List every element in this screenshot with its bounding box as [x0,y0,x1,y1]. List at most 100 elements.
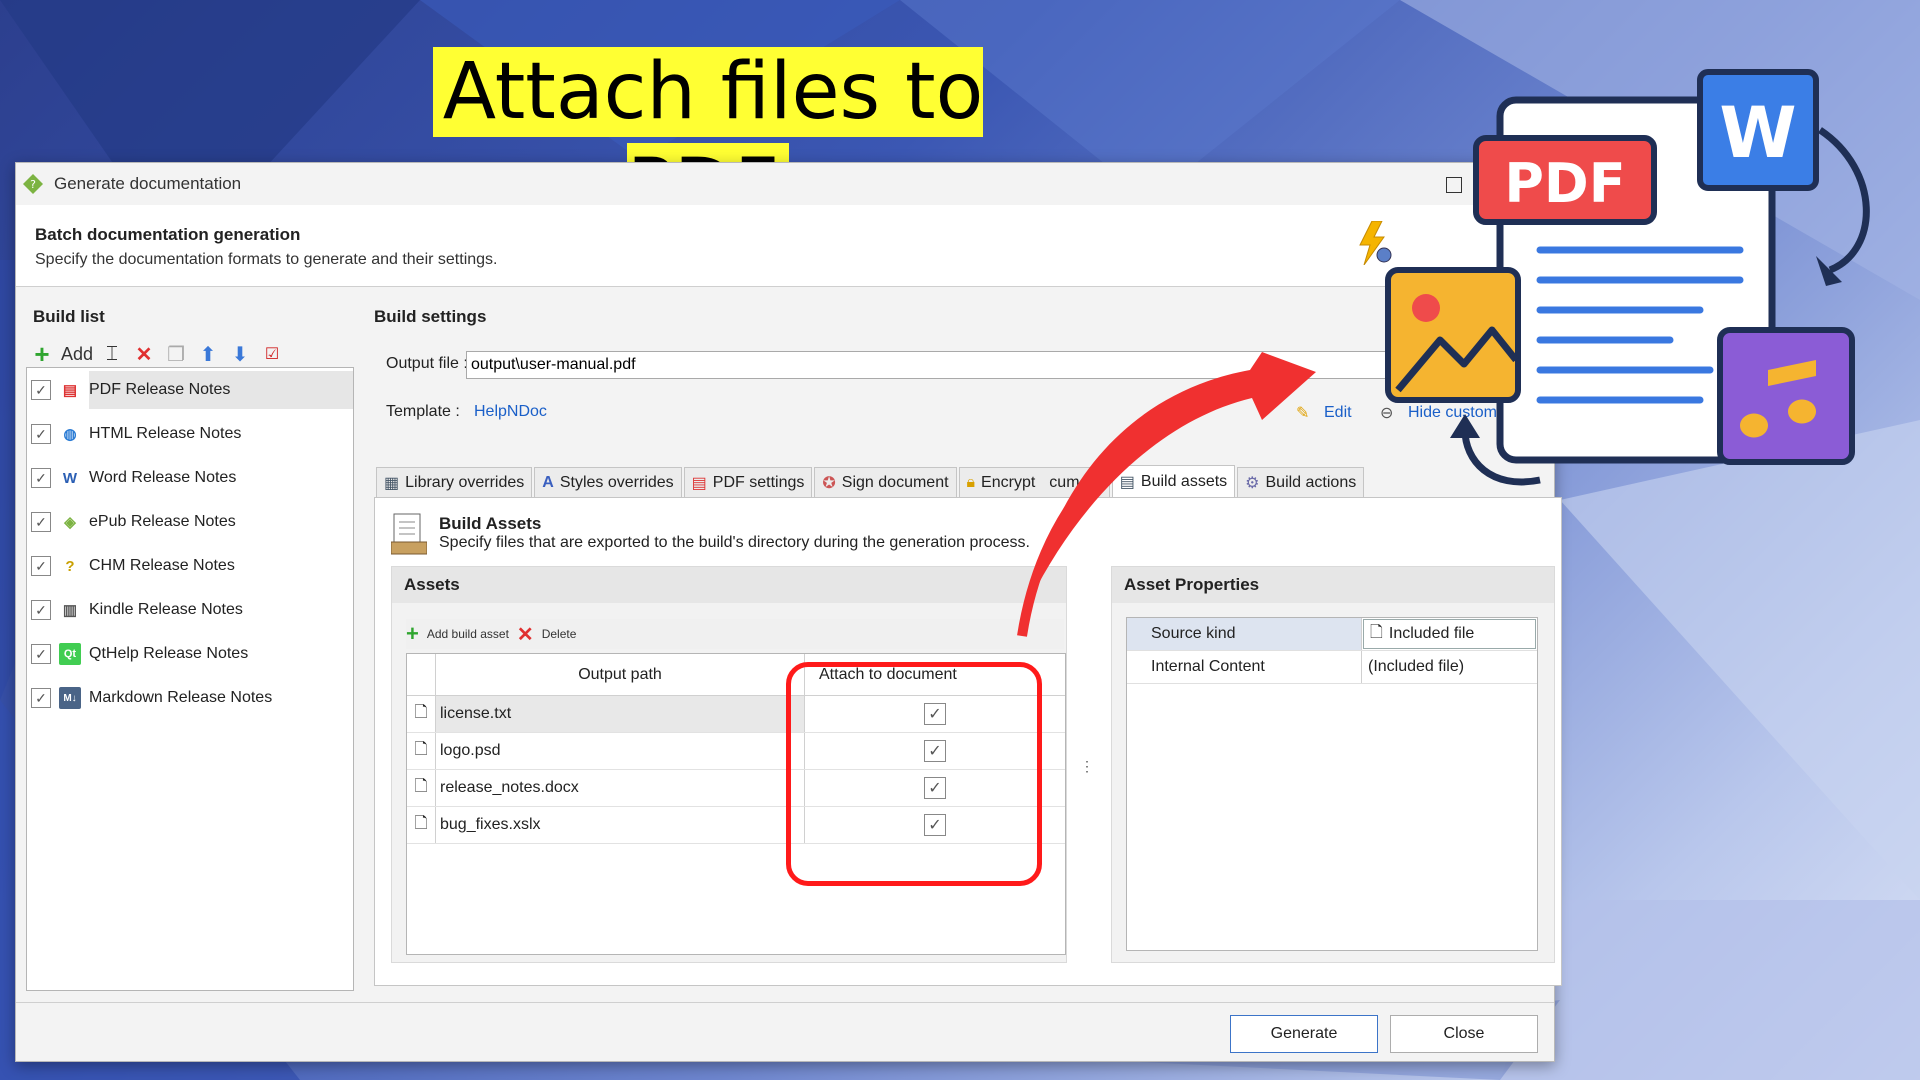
tab-label: Library overrides [405,473,525,491]
build-item-checkbox[interactable]: ✓ [31,380,51,400]
tab-sign-document[interactable]: ✪ Sign document [814,467,957,497]
build-item-label: HTML Release Notes [89,425,242,442]
source-kind-select[interactable]: 🗋︎ Included file [1363,619,1536,649]
close-button[interactable]: Close [1390,1015,1538,1053]
col-output-path[interactable]: Output path [436,654,805,695]
document-box-icon [391,513,427,555]
asset-properties-label: Asset Properties [1112,567,1554,603]
tab-label: PDF settings [712,473,805,491]
header-subtitle: Specify the documentation formats to gen… [35,251,498,268]
template-link[interactable]: HelpNDoc [474,403,547,421]
tab-styles-overrides[interactable]: A Styles overrides [534,467,682,497]
build-assets-title: Build Assets [439,514,542,533]
property-row[interactable]: Source kind 🗋︎ Included file [1127,618,1537,651]
tab-label: Sign document [841,473,949,491]
build-item-checkbox[interactable]: ✓ [31,512,51,532]
add-button[interactable]: Add [61,344,93,365]
generate-button[interactable]: Generate [1230,1015,1378,1053]
assets-icon: ▤ [1119,473,1135,491]
output-file-label: Output file : [386,355,468,372]
window-title: Generate documentation [54,174,242,193]
rename-icon[interactable]: ⌶ [99,341,125,367]
build-list-toolbar: + Add ⌶ ✕ ❐ ⬆ ⬇ ☑ [23,337,355,371]
tab-build-actions[interactable]: ⚙ Build actions [1237,467,1365,497]
build-item-chm[interactable]: ✓? CHM Release Notes [27,544,353,588]
file-icon: 🗋︎ [1370,623,1383,641]
property-row[interactable]: Internal Content (Included file) [1127,651,1537,684]
pdf-badge-label: PDF [1504,152,1625,215]
add-build-asset-button[interactable]: Add build asset [427,627,509,641]
edit-link[interactable]: Edit [1324,404,1352,422]
output-file-input[interactable]: output\user-manual.pdf [466,351,1392,379]
settings-tabs: ▦ Library overrides A Styles overrides ▤ PD… [376,465,1366,497]
build-item-qthelp[interactable]: ✓ Qt QtHelp Release Notes [27,632,353,676]
build-item-pdf[interactable]: ✓ ▤ PDF Release Notes [27,368,353,412]
epub-icon: ◈ [64,514,76,531]
seal-icon: ✪ [822,474,836,492]
library-icon: ▦ [384,474,400,492]
markdown-icon: M↓ [59,687,81,709]
build-item-html[interactable]: ✓ ◍ HTML Release Notes [27,412,353,456]
build-settings-label: Build settings [374,307,487,326]
build-item-markdown[interactable]: ✓ M↓ Markdown Release Notes [27,676,353,720]
grid-corner [407,654,436,695]
delete-asset-icon[interactable]: ✕ [517,622,534,647]
svg-text:?: ? [30,178,36,191]
delete-asset-button[interactable]: Delete [542,627,577,641]
build-item-checkbox[interactable]: ✓ [31,556,51,576]
app-icon: ? [23,174,43,194]
music-badge-icon [1717,327,1855,465]
pencil-icon[interactable]: ✎ [1296,403,1309,423]
duplicate-icon[interactable]: ❐ [163,341,189,367]
header-title: Batch documentation generation [35,225,301,244]
build-item-label: PDF Release Notes [89,371,353,409]
file-icon: 🗋︎ [407,733,436,769]
attach-column-highlight [786,662,1042,886]
dialog-footer: Generate Close [16,1002,1554,1061]
asset-properties-group: Asset Properties Source kind 🗋︎ Included f… [1111,566,1555,963]
tab-build-assets[interactable]: ▤ Build assets [1111,465,1236,497]
file-types-illustration: PDF W [1385,69,1870,486]
build-item-kindle[interactable]: ✓ ▥ Kindle Release Notes [27,588,353,632]
tab-label: Encrypt [981,473,1036,491]
build-list-box: ✓ ▤ PDF Release Notes ✓ ◍ HTML Release Notes… [26,367,354,991]
build-list-panel: Build list + Add ⌶ ✕ ❐ ⬆ ⬇ ☑ ✓ ▤ PDF Relea… [23,291,355,991]
property-value[interactable]: (Included file) [1362,651,1537,683]
build-item-checkbox[interactable]: ✓ [31,424,51,444]
splitter-handle[interactable]: ⋮ [1080,758,1094,775]
delete-icon[interactable]: ✕ [131,341,157,367]
build-settings-panel: Build settings Output file : output\user… [366,291,1562,986]
pdf-icon: ▤ [62,382,78,399]
build-item-checkbox[interactable]: ✓ [31,600,51,620]
property-key: Internal Content [1127,651,1362,683]
tab-library-overrides[interactable]: ▦ Library overrides [376,467,533,497]
build-item-epub[interactable]: ✓ ◈ ePub Release Notes [27,500,353,544]
assets-label: Assets [392,567,1066,603]
build-list-label: Build list [33,307,105,326]
check-all-icon[interactable]: ☑ [259,341,285,367]
tab-pdf-settings[interactable]: ▤ PDF settings [683,467,813,497]
asset-path: logo.psd [436,733,805,769]
tab-encrypt-document[interactable]: 🔒︎ Encrypt cument [958,467,1110,497]
build-item-checkbox[interactable]: ✓ [31,688,51,708]
build-item-checkbox[interactable]: ✓ [31,644,51,664]
qt-icon: Qt [59,643,81,665]
property-value: Included file [1388,625,1475,642]
add-asset-icon[interactable]: + [406,621,419,647]
tab-label: Build assets [1140,472,1228,490]
gear-icon: ⚙ [1245,474,1260,492]
dialog-header: Batch documentation generation Specify t… [16,205,1554,287]
build-item-label: QtHelp Release Notes [89,645,249,662]
file-icon: 🗋︎ [407,770,436,806]
generate-documentation-window: ? Generate documentation Batch documenta… [15,162,1562,1062]
asset-properties-grid: Source kind 🗋︎ Included file Internal Cont… [1126,617,1538,951]
kindle-icon: ▥ [62,602,78,619]
build-item-word[interactable]: ✓ W Word Release Notes [27,456,353,500]
move-down-icon[interactable]: ⬇ [227,341,253,367]
asset-path: bug_fixes.xslx [436,807,805,843]
build-item-checkbox[interactable]: ✓ [31,468,51,488]
move-up-icon[interactable]: ⬆ [195,341,221,367]
template-label: Template : [386,403,460,420]
word-icon: W [62,469,78,487]
add-icon[interactable]: + [29,339,55,369]
